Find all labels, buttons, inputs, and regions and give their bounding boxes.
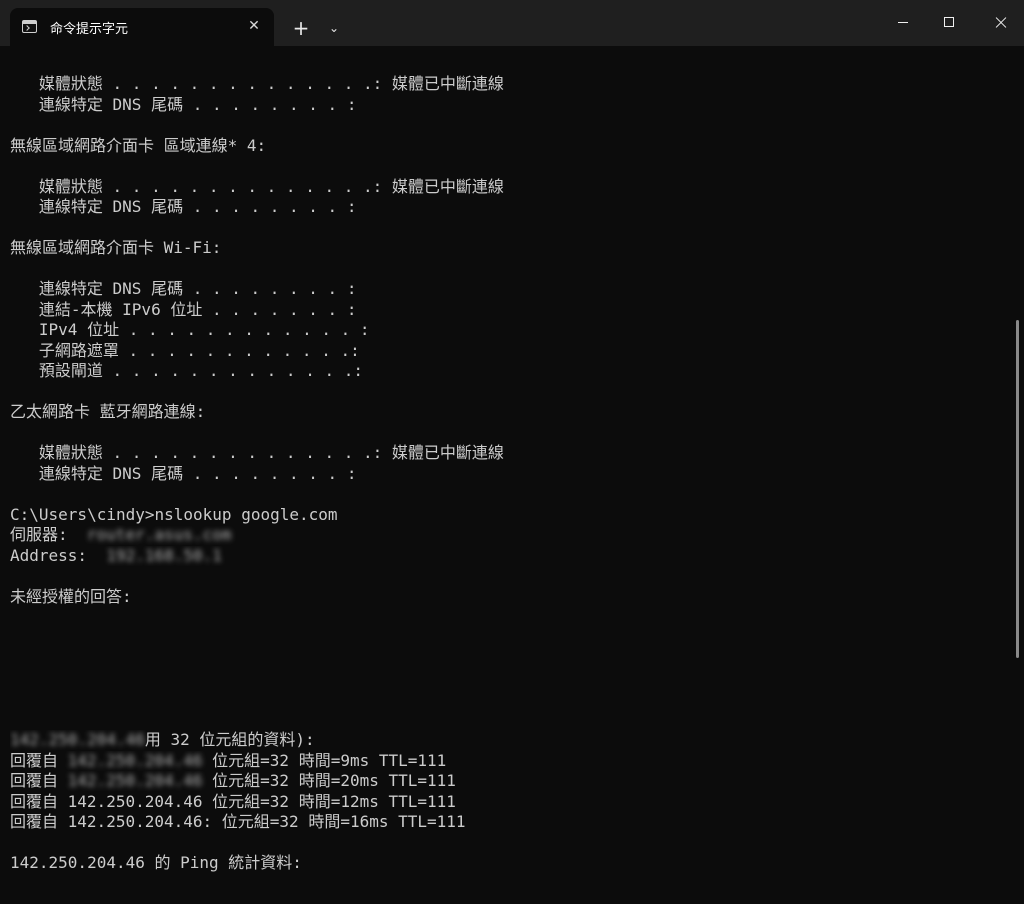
server-label: 伺服器: xyxy=(10,525,68,544)
ping-reply-line: 回覆自 142.250.204.46 位元組=32 時間=9ms TTL=111 xyxy=(10,751,1010,772)
console-line: 142.250.204.46 的 Ping 統計資料: xyxy=(10,853,302,872)
console-line: 媒體狀態 . . . . . . . . . . . . . .: 媒體已中斷連… xyxy=(10,443,504,462)
console-line: 連線特定 DNS 尾碼 . . . . . . . . : xyxy=(10,463,357,483)
console-line: 連線特定 DNS 尾碼 . . . . . . . . : xyxy=(10,279,357,298)
console-line: Address: 192.168.50.1 xyxy=(10,546,1010,567)
tab-dropdown-button[interactable]: ⌄ xyxy=(322,16,346,40)
close-window-button[interactable] xyxy=(978,0,1024,46)
console-output[interactable]: 媒體狀態 . . . . . . . . . . . . . .: 媒體已中斷連… xyxy=(10,74,1010,874)
address-value: 192.168.50.1 xyxy=(106,545,222,565)
ping-header-blurred: 142.250.204.46 xyxy=(10,730,145,749)
ping-reply-prefix: 回覆自 xyxy=(10,812,59,831)
tab-close-button[interactable]: ✕ xyxy=(244,16,264,36)
tab-title: 命令提示字元 xyxy=(50,22,129,37)
ping-reply-line: 回覆自 142.250.204.46 位元組=32 時間=12ms TTL=11… xyxy=(10,792,1010,813)
ping-header-tail: 用 32 位元組的資料): xyxy=(144,730,315,749)
maximize-button[interactable] xyxy=(926,0,972,46)
ping-reply-prefix: 回覆自 xyxy=(10,750,59,770)
terminal-icon xyxy=(22,20,37,33)
minimize-button[interactable] xyxy=(880,0,926,46)
console-line: 乙太網路卡 藍牙網路連線: xyxy=(10,402,206,421)
console-line: 媒體狀態 . . . . . . . . . . . . . .: 媒體已中斷連… xyxy=(10,176,504,196)
scrollbar-thumb[interactable] xyxy=(1016,320,1019,658)
new-tab-button[interactable]: + xyxy=(288,15,314,41)
ping-reply-tail: 142.250.204.46: 位元組=32 時間=16ms TTL=111 xyxy=(67,812,466,831)
console-line: IPv4 位址 . . . . . . . . . . . . : xyxy=(10,320,370,339)
title-bar[interactable]: 命令提示字元 ✕ + ⌄ xyxy=(0,0,1024,46)
console-line: 伺服器: router.asus.com xyxy=(10,525,1010,546)
console-line: 連結-本機 IPv6 位址 . . . . . . . : xyxy=(10,299,357,319)
ping-reply-tail: 位元組=32 時間=20ms TTL=111 xyxy=(212,771,456,790)
ping-reply-line: 回覆自 142.250.204.46: 位元組=32 時間=16ms TTL=1… xyxy=(10,812,1010,833)
address-label: Address: xyxy=(10,545,88,565)
ping-reply-prefix: 回覆自 xyxy=(10,791,59,811)
tab-command-prompt[interactable]: 命令提示字元 ✕ xyxy=(10,8,274,46)
console-line: 子網路遮罩 . . . . . . . . . . . .: xyxy=(10,340,360,360)
console-line: C:\Users\cindy>nslookup google.com xyxy=(10,504,338,524)
ping-reply-addr: 142.250.204.46 xyxy=(67,750,203,770)
console-line: 連線特定 DNS 尾碼 . . . . . . . . : xyxy=(10,94,357,114)
console-line: 無線區域網路介面卡 Wi-Fi: xyxy=(10,238,222,257)
ping-reply-addr: 142.250.204.46 xyxy=(67,771,203,790)
ping-reply-addr: 142.250.204.46 xyxy=(67,791,203,811)
console-line: 媒體狀態 . . . . . . . . . . . . . .: 媒體已中斷連… xyxy=(10,74,504,93)
ping-reply-tail: 位元組=32 時間=12ms TTL=111 xyxy=(212,791,456,811)
terminal-window: 命令提示字元 ✕ + ⌄ 媒體狀態 . . . . . . . . . . . … xyxy=(0,0,1024,904)
console-line: 預設閘道 . . . . . . . . . . . . .: xyxy=(10,361,363,380)
console-line: 無線區域網路介面卡 區域連線* 4: xyxy=(10,135,267,155)
console-line: 未經授權的回答: xyxy=(10,586,132,606)
ping-reply-tail: 位元組=32 時間=9ms TTL=111 xyxy=(212,750,447,770)
ping-reply-prefix: 回覆自 xyxy=(10,771,59,790)
console-line: 142.250.204.46用 32 位元組的資料): xyxy=(10,730,1010,751)
ping-reply-line: 回覆自 142.250.204.46 位元組=32 時間=20ms TTL=11… xyxy=(10,771,1010,792)
server-value: router.asus.com xyxy=(86,525,232,544)
console-line: 連線特定 DNS 尾碼 . . . . . . . . : xyxy=(10,197,357,216)
